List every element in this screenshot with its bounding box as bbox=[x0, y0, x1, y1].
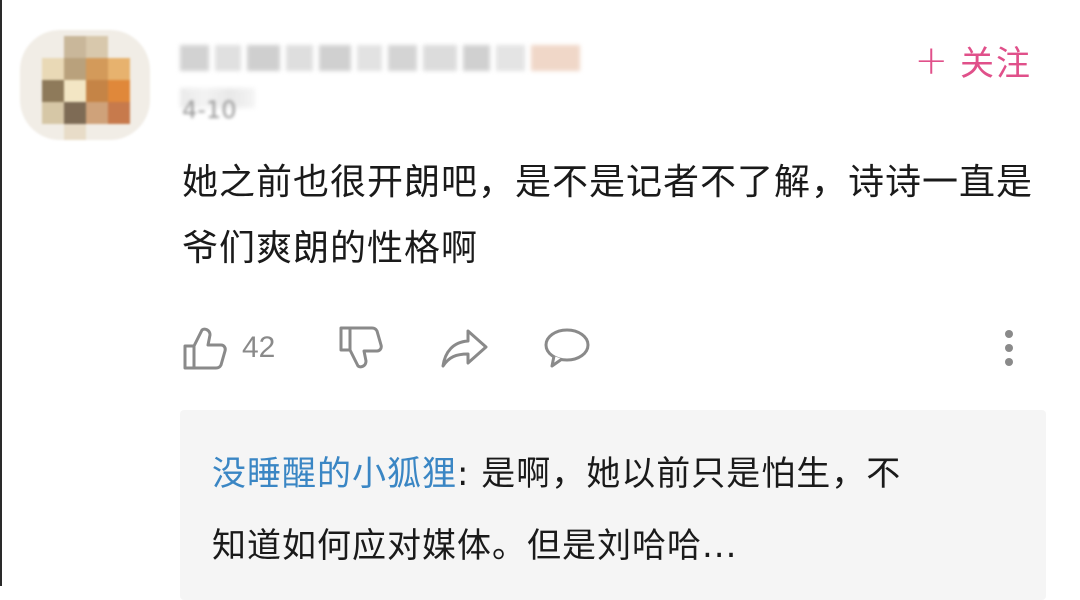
more-options-button[interactable] bbox=[1002, 320, 1016, 376]
reply-username[interactable]: 没睡醒的小狐狸 bbox=[212, 454, 457, 494]
comment-icon bbox=[544, 328, 590, 368]
follow-button[interactable]: + 关注 bbox=[914, 36, 1032, 85]
thumbs-up-icon bbox=[183, 327, 227, 370]
comment-action-bar: 42 bbox=[182, 320, 1042, 376]
screen-edge bbox=[0, 0, 2, 586]
share-icon bbox=[441, 329, 488, 368]
dislike-button[interactable] bbox=[338, 320, 384, 376]
plus-icon: + bbox=[914, 37, 950, 84]
follow-label: 关注 bbox=[960, 44, 1032, 84]
like-button[interactable]: 42 bbox=[182, 320, 275, 376]
like-count: 42 bbox=[242, 331, 276, 364]
share-button[interactable] bbox=[440, 320, 490, 376]
thumbs-down-icon bbox=[339, 326, 383, 369]
reply-separator: : bbox=[457, 454, 482, 494]
comment-text: 她之前也很开朗吧，是不是记者不了解，诗诗一直是爷们爽朗的性格啊 bbox=[182, 162, 1034, 269]
more-icon bbox=[1005, 330, 1013, 366]
reply-button[interactable] bbox=[542, 320, 592, 376]
reply-content: 没睡醒的小狐狸: 是啊，她以前只是怕生，不知道如何应对媒体。但是刘哈哈... bbox=[212, 438, 932, 582]
reply-preview[interactable]: 没睡醒的小狐狸: 是啊，她以前只是怕生，不知道如何应对媒体。但是刘哈哈... bbox=[180, 410, 1046, 600]
username-redacted[interactable] bbox=[180, 38, 581, 78]
avatar[interactable] bbox=[20, 30, 150, 140]
comment-date: 4-10 bbox=[182, 96, 237, 124]
